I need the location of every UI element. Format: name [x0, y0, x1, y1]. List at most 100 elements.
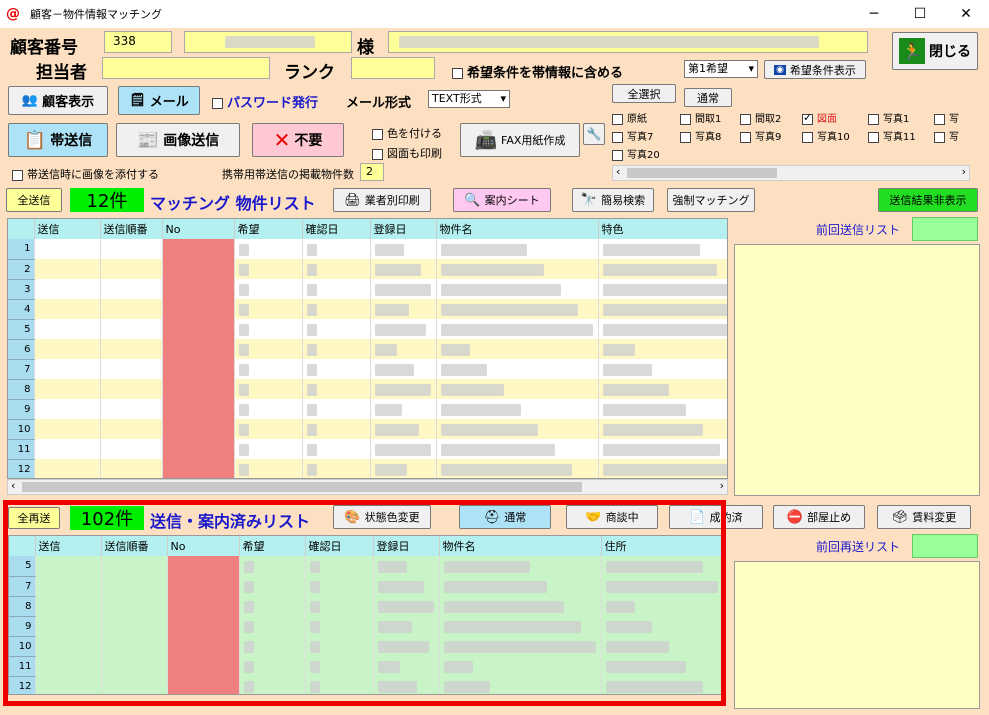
table-row[interactable]: 6 [8, 339, 727, 360]
mail-button[interactable]: 🗒 メール [118, 86, 200, 115]
table-cell[interactable] [370, 359, 437, 379]
table-cell[interactable] [162, 239, 235, 259]
status-rent-change-button[interactable]: 🗳 賃料変更 [877, 505, 971, 529]
table-cell[interactable] [162, 259, 235, 279]
table-cell[interactable] [34, 239, 101, 259]
table-row[interactable]: 8 [9, 596, 721, 617]
image-check-option[interactable]: 間取1 [680, 110, 721, 125]
table-cell[interactable] [305, 676, 374, 694]
table-row[interactable]: 12 [9, 676, 721, 694]
table-cell[interactable] [436, 359, 599, 379]
column-header[interactable]: 送信 [34, 219, 101, 239]
table-cell[interactable] [100, 359, 163, 379]
customer-show-button[interactable]: 👥 顧客表示 [8, 86, 108, 115]
table-cell[interactable] [439, 676, 602, 694]
table-cell[interactable] [234, 319, 303, 339]
table-cell[interactable] [370, 259, 437, 279]
table-cell[interactable] [302, 299, 371, 319]
table-cell[interactable] [598, 279, 727, 299]
hope-select[interactable]: 第1希望 ▾ [684, 60, 758, 78]
table-row[interactable]: 1 [8, 239, 727, 260]
table-cell[interactable] [436, 459, 599, 478]
close-window-button[interactable]: ✕ [943, 0, 989, 28]
table-cell[interactable] [439, 636, 602, 656]
table-cell[interactable] [167, 596, 240, 616]
table-row[interactable]: 2 [8, 259, 727, 280]
hide-result-button[interactable]: 送信結果非表示 [878, 188, 978, 212]
force-match-button[interactable]: 強制マッチング [667, 188, 755, 212]
customer-name-field[interactable] [184, 31, 352, 53]
table-row[interactable]: 10 [8, 419, 727, 440]
table-cell[interactable] [305, 656, 374, 676]
mobile-count-field[interactable]: 2 [360, 163, 384, 181]
table-cell[interactable] [167, 576, 240, 596]
image-check-option[interactable]: 写 [934, 128, 959, 143]
table-cell[interactable] [101, 676, 168, 694]
table-cell[interactable] [234, 339, 303, 359]
password-issue-option[interactable]: パスワード発行 [212, 92, 318, 111]
image-check-checkbox[interactable] [802, 111, 813, 125]
table-cell[interactable] [302, 239, 371, 259]
column-header[interactable]: 物件名 [436, 219, 599, 239]
table-cell[interactable] [162, 279, 235, 299]
table-cell[interactable] [100, 259, 163, 279]
image-check-option[interactable]: 写 [934, 110, 959, 125]
table-cell[interactable] [167, 556, 240, 576]
matching-grid-hscroll[interactable]: ‹ › [7, 479, 728, 495]
table-cell[interactable] [234, 419, 303, 439]
table-cell[interactable] [598, 239, 727, 259]
table-row[interactable]: 11 [8, 439, 727, 460]
table-cell[interactable] [239, 556, 306, 576]
table-cell[interactable] [239, 636, 306, 656]
print-by-company-button[interactable]: 🖨 業者別印刷 [333, 188, 431, 212]
table-cell[interactable] [598, 459, 727, 478]
table-cell[interactable] [167, 616, 240, 636]
table-cell[interactable] [436, 439, 599, 459]
table-cell[interactable] [234, 399, 303, 419]
table-cell[interactable] [601, 556, 721, 576]
image-check-option[interactable]: 写真7 [612, 128, 653, 143]
table-cell[interactable] [234, 359, 303, 379]
table-cell[interactable] [34, 259, 101, 279]
column-header[interactable]: 物件名 [439, 536, 602, 556]
table-cell[interactable] [598, 439, 727, 459]
table-cell[interactable] [34, 339, 101, 359]
image-check-option[interactable]: 間取2 [740, 110, 781, 125]
table-cell[interactable] [100, 439, 163, 459]
image-check-option[interactable]: 写真11 [868, 128, 916, 143]
zumen-print-checkbox[interactable] [372, 148, 383, 160]
image-check-checkbox[interactable] [680, 113, 691, 125]
table-cell[interactable] [234, 459, 303, 478]
column-header[interactable]: 送信 [35, 536, 102, 556]
table-cell[interactable] [100, 339, 163, 359]
table-cell[interactable] [34, 279, 101, 299]
table-cell[interactable] [302, 339, 371, 359]
column-header[interactable]: 送信順番 [101, 536, 168, 556]
table-cell[interactable] [234, 239, 303, 259]
table-cell[interactable] [373, 616, 440, 636]
color-option[interactable]: 色を付ける [372, 125, 442, 141]
table-cell[interactable] [239, 676, 306, 694]
table-row[interactable]: 11 [9, 656, 721, 677]
table-cell[interactable] [100, 399, 163, 419]
table-cell[interactable] [34, 459, 101, 478]
table-cell[interactable] [34, 399, 101, 419]
image-check-checkbox[interactable] [680, 131, 691, 143]
prev-resend-panel[interactable] [734, 561, 980, 709]
column-header[interactable]: No [162, 219, 235, 239]
image-check-checkbox[interactable] [612, 113, 623, 125]
attach-image-option[interactable]: 帯送信時に画像を添付する [12, 166, 159, 182]
table-cell[interactable] [598, 299, 727, 319]
table-cell[interactable] [100, 419, 163, 439]
table-row[interactable]: 12 [8, 459, 727, 478]
tanto-field[interactable] [102, 57, 270, 79]
table-cell[interactable] [101, 616, 168, 636]
normal-button[interactable]: 通常 [684, 88, 732, 107]
table-cell[interactable] [302, 399, 371, 419]
table-cell[interactable] [239, 616, 306, 636]
table-cell[interactable] [370, 339, 437, 359]
column-header[interactable]: 確認日 [305, 536, 374, 556]
table-cell[interactable] [439, 556, 602, 576]
table-cell[interactable] [370, 439, 437, 459]
table-cell[interactable] [436, 319, 599, 339]
